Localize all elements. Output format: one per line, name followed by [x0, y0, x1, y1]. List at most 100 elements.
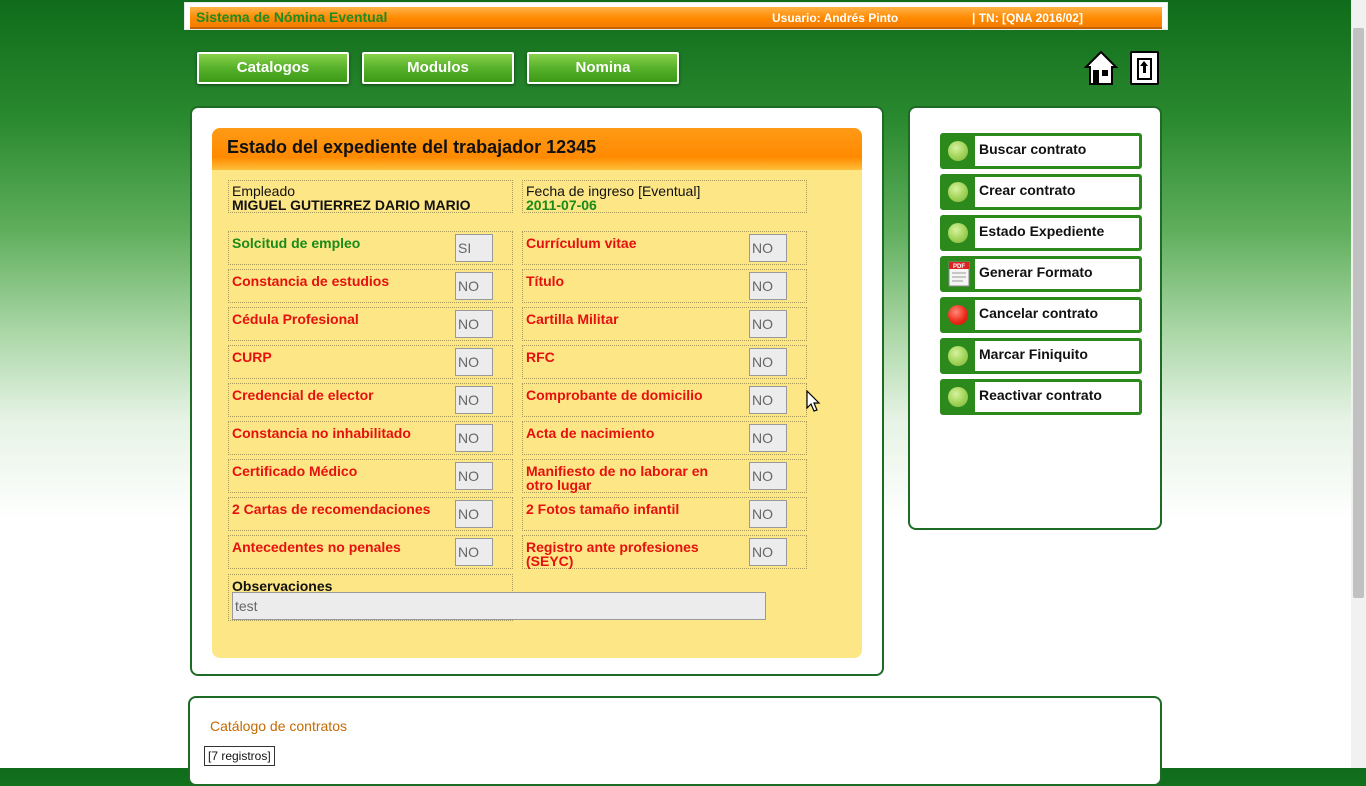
nav-modulos-button[interactable]: Modulos — [362, 52, 514, 84]
scrollbar-thumb[interactable] — [1353, 28, 1364, 598]
document-label: 2 Cartas de recomendaciones — [232, 501, 431, 517]
document-cell: Certificado Médico NO — [228, 459, 513, 493]
action-icon-box: PDF — [943, 259, 975, 289]
document-status-field[interactable]: NO — [749, 500, 787, 528]
document-label: Comprobante de domicilio — [526, 387, 703, 403]
record-card: Estado del expediente del trabajador 123… — [212, 128, 862, 658]
document-label: Registro ante profesiones (SEYC) — [526, 539, 699, 569]
action-icon-box — [943, 136, 975, 166]
action-label: Generar Formato — [979, 264, 1093, 280]
document-cell: Constancia de estudios NO — [228, 269, 513, 303]
action-reactivar-contrato-button[interactable]: Reactivar contrato — [940, 379, 1142, 415]
action-cancelar-contrato-button[interactable]: Cancelar contrato — [940, 297, 1142, 333]
document-status-field[interactable]: NO — [455, 310, 493, 338]
vertical-scrollbar[interactable] — [1351, 0, 1366, 768]
contracts-catalog-panel: Catálogo de contratos [7 registros] — [188, 696, 1162, 786]
document-cell: CURP NO — [228, 345, 513, 379]
document-status-field[interactable]: NO — [455, 500, 493, 528]
green-dot-icon — [948, 387, 968, 407]
document-label: CURP — [232, 349, 272, 365]
document-status-field[interactable]: SI — [455, 234, 493, 262]
nav-nomina-button[interactable]: Nomina — [527, 52, 679, 84]
document-status-field[interactable]: NO — [749, 234, 787, 262]
document-label: Solcitud de empleo — [232, 235, 361, 251]
document-status-field[interactable]: NO — [749, 538, 787, 566]
document-label: RFC — [526, 349, 555, 365]
document-status-field[interactable]: NO — [749, 462, 787, 490]
document-status-field[interactable]: NO — [749, 348, 787, 376]
action-icon-box — [943, 382, 975, 412]
action-label: Estado Expediente — [979, 223, 1105, 239]
document-status-field[interactable]: NO — [749, 272, 787, 300]
action-icon-box — [943, 218, 975, 248]
document-label: Antecedentes no penales — [232, 539, 401, 555]
document-label: Cartilla Militar — [526, 311, 619, 327]
pdf-icon: PDF — [948, 261, 970, 287]
actions-panel: Buscar contrato Crear contrato Estado Expe… — [908, 106, 1162, 530]
green-dot-icon — [948, 182, 968, 202]
action-generar-formato-button[interactable]: PDF Generar Formato — [940, 256, 1142, 292]
document-status-field[interactable]: NO — [455, 348, 493, 376]
document-cell: Comprobante de domicilio NO — [522, 383, 807, 417]
red-dot-icon — [948, 305, 968, 325]
catalog-title: Catálogo de contratos — [210, 718, 347, 734]
employee-name: MIGUEL GUTIERREZ DARIO MARIO — [232, 197, 471, 213]
document-label: Credencial de elector — [232, 387, 374, 403]
user-info: Usuario: Andrés Pinto — [772, 11, 899, 25]
document-label: Constancia de estudios — [232, 273, 390, 289]
employee-cell: Empleado MIGUEL GUTIERREZ DARIO MARIO — [228, 180, 513, 213]
worker-record-panel: Estado del expediente del trabajador 123… — [190, 106, 884, 676]
action-icon-box — [943, 177, 975, 207]
document-cell: Solcitud de empleo SI — [228, 231, 513, 265]
document-cell: Credencial de elector NO — [228, 383, 513, 417]
action-buscar-contrato-button[interactable]: Buscar contrato — [940, 133, 1142, 169]
document-status-field[interactable]: NO — [455, 538, 493, 566]
document-label: Título — [526, 273, 565, 289]
hire-date-cell: Fecha de ingreso [Eventual] 2011-07-06 — [522, 180, 807, 213]
document-cell: RFC NO — [522, 345, 807, 379]
green-dot-icon — [948, 141, 968, 161]
document-cell: Cartilla Militar NO — [522, 307, 807, 341]
document-cell: 2 Cartas de recomendaciones NO — [228, 497, 513, 531]
document-status-field[interactable]: NO — [749, 310, 787, 338]
document-cell: 2 Fotos tamaño infantil NO — [522, 497, 807, 531]
action-marcar-finiquito-button[interactable]: Marcar Finiquito — [940, 338, 1142, 374]
document-label: 2 Fotos tamaño infantil — [526, 501, 680, 517]
record-header: Estado del expediente del trabajador 123… — [212, 128, 862, 170]
home-icon[interactable] — [1083, 50, 1119, 86]
period-info: | TN: [QNA 2016/02] — [972, 11, 1083, 25]
document-cell: Currículum vitae NO — [522, 231, 807, 265]
document-label: Certificado Médico — [232, 463, 358, 479]
exit-icon[interactable] — [1130, 51, 1159, 85]
green-dot-icon — [948, 223, 968, 243]
document-status-field[interactable]: NO — [749, 386, 787, 414]
document-cell: Registro ante profesiones (SEYC) NO — [522, 535, 807, 569]
action-label: Buscar contrato — [979, 141, 1087, 157]
record-title: Estado del expediente del trabajador 123… — [227, 137, 597, 157]
document-cell: Manifiesto de no laborar en otro lugar NO — [522, 459, 807, 493]
document-cell: Antecedentes no penales NO — [228, 535, 513, 569]
document-status-field[interactable]: NO — [455, 272, 493, 300]
nav-catalogos-button[interactable]: Catalogos — [197, 52, 349, 84]
action-label: Cancelar contrato — [979, 305, 1099, 321]
action-label: Reactivar contrato — [979, 387, 1102, 403]
document-status-field[interactable]: NO — [455, 386, 493, 414]
action-label: Crear contrato — [979, 182, 1076, 198]
document-label: Currículum vitae — [526, 235, 637, 251]
action-crear-contrato-button[interactable]: Crear contrato — [940, 174, 1142, 210]
document-status-field[interactable]: NO — [749, 424, 787, 452]
action-label: Marcar Finiquito — [979, 346, 1088, 362]
green-dot-icon — [948, 346, 968, 366]
observations-field[interactable]: test — [232, 592, 766, 620]
observations-cell: Observaciones test — [228, 574, 766, 621]
action-icon-box — [943, 341, 975, 371]
document-cell: Título NO — [522, 269, 807, 303]
records-count: [7 registros] — [204, 746, 275, 766]
document-status-field[interactable]: NO — [455, 424, 493, 452]
action-icon-box — [943, 300, 975, 330]
document-status-field[interactable]: NO — [455, 462, 493, 490]
top-bar-strip: Sistema de Nómina Eventual Usuario: Andr… — [190, 7, 1162, 29]
document-cell: Constancia no inhabilitado NO — [228, 421, 513, 455]
document-label: Manifiesto de no laborar en otro lugar — [526, 463, 709, 493]
action-estado-expediente-button[interactable]: Estado Expediente — [940, 215, 1142, 251]
